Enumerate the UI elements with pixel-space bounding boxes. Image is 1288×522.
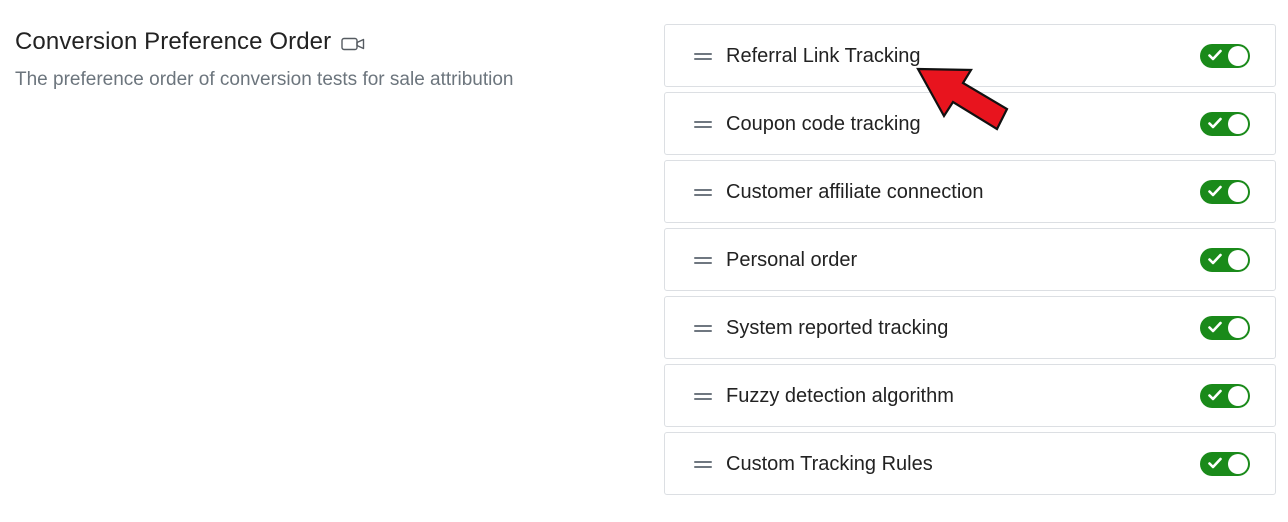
list-item-customer-affiliate-connection[interactable]: Customer affiliate connection bbox=[664, 160, 1276, 223]
toggle-knob bbox=[1228, 453, 1248, 474]
list-item-label: Personal order bbox=[726, 248, 858, 271]
list-item-label: Custom Tracking Rules bbox=[726, 452, 933, 475]
list-item-label: Customer affiliate connection bbox=[726, 180, 984, 203]
check-icon bbox=[1208, 457, 1222, 468]
drag-handle-icon[interactable] bbox=[694, 392, 712, 401]
list-item-label: Coupon code tracking bbox=[726, 112, 921, 135]
section-description: The preference order of conversion tests… bbox=[15, 69, 514, 90]
settings-page: Conversion Preference Order The preferen… bbox=[0, 0, 1288, 522]
toggle-knob bbox=[1228, 249, 1248, 270]
video-camera-icon[interactable] bbox=[341, 36, 365, 52]
title-row: Conversion Preference Order bbox=[15, 26, 513, 58]
drag-handle-icon[interactable] bbox=[694, 256, 712, 265]
check-icon bbox=[1208, 117, 1222, 128]
drag-handle-icon[interactable] bbox=[694, 120, 712, 129]
enable-toggle[interactable] bbox=[1200, 43, 1250, 68]
list-item-label: System reported tracking bbox=[726, 316, 949, 339]
red-arrow-icon bbox=[916, 67, 1009, 131]
check-icon bbox=[1208, 253, 1222, 264]
list-item-label: Referral Link Tracking bbox=[726, 44, 921, 67]
list-item-fuzzy-detection-algorithm[interactable]: Fuzzy detection algorithm bbox=[664, 364, 1276, 427]
enable-toggle[interactable] bbox=[1200, 315, 1250, 340]
drag-handle-icon[interactable] bbox=[694, 52, 712, 61]
toggle-knob bbox=[1228, 317, 1248, 338]
enable-toggle[interactable] bbox=[1200, 383, 1250, 408]
toggle-knob bbox=[1228, 45, 1248, 66]
check-icon bbox=[1208, 321, 1222, 332]
toggle-knob bbox=[1228, 113, 1248, 134]
enable-toggle[interactable] bbox=[1200, 179, 1250, 204]
check-icon bbox=[1208, 185, 1222, 196]
list-item-custom-tracking-rules[interactable]: Custom Tracking Rules bbox=[664, 432, 1276, 495]
drag-handle-icon[interactable] bbox=[694, 188, 712, 197]
enable-toggle[interactable] bbox=[1200, 247, 1250, 272]
list-item-system-reported-tracking[interactable]: System reported tracking bbox=[664, 296, 1276, 359]
enable-toggle[interactable] bbox=[1200, 451, 1250, 476]
toggle-knob bbox=[1228, 385, 1248, 406]
drag-handle-icon[interactable] bbox=[694, 460, 712, 469]
drag-handle-icon[interactable] bbox=[694, 324, 712, 333]
list-item-personal-order[interactable]: Personal order bbox=[664, 228, 1276, 291]
enable-toggle[interactable] bbox=[1200, 111, 1250, 136]
toggle-knob bbox=[1228, 181, 1248, 202]
list-item-label: Fuzzy detection algorithm bbox=[726, 384, 954, 407]
section-header: Conversion Preference Order The preferen… bbox=[15, 26, 513, 93]
check-icon bbox=[1208, 49, 1222, 60]
section-title: Conversion Preference Order bbox=[15, 28, 332, 55]
check-icon bbox=[1208, 389, 1222, 400]
